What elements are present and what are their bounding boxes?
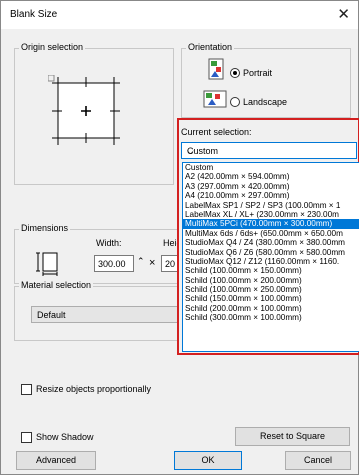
list-item[interactable]: Schild (200.00mm × 100.00mm) — [183, 304, 359, 313]
list-item[interactable]: A4 (210.00mm × 297.00mm) — [183, 191, 359, 200]
height-value: 20 — [165, 259, 176, 269]
list-item[interactable]: StudioMax Q6 / Z6 (580.00mm × 580.00mm — [183, 248, 359, 257]
current-selection-label: Current selection: — [181, 127, 252, 137]
list-item[interactable]: Schild (100.00mm × 150.00mm) — [183, 266, 359, 275]
material-value: Default — [37, 310, 66, 320]
list-item-selected[interactable]: MultiMax 5PCi (470.00mm × 300.00mm) — [183, 219, 359, 229]
list-item[interactable]: Schild (150.00mm × 100.00mm) — [183, 294, 359, 303]
list-item[interactable]: MultiMax 6ds / 6ds+ (650.00mm × 650.00m — [183, 229, 359, 238]
window-title: Blank Size — [10, 9, 58, 20]
width-value: 300.00 — [98, 259, 126, 269]
portrait-page-icon — [208, 58, 224, 80]
landscape-radio[interactable] — [230, 97, 240, 107]
resize-proportionally-checkbox[interactable] — [21, 384, 32, 395]
width-input[interactable]: 300.00 — [94, 255, 134, 272]
list-item[interactable]: A3 (297.00mm × 420.00mm) — [183, 182, 359, 191]
list-item[interactable]: Custom — [183, 163, 359, 172]
resize-proportionally-label: Resize objects proportionally — [36, 384, 152, 394]
advanced-button[interactable]: Advanced — [16, 451, 96, 470]
current-selection-panel: Current selection: Custom ⌵ Custom A2 (4… — [177, 118, 359, 355]
current-selection-dropdown[interactable]: Custom ⌵ — [181, 142, 357, 159]
times-sign: × — [149, 257, 156, 269]
close-icon[interactable]: ✕ — [337, 5, 350, 23]
show-shadow-checkbox[interactable] — [21, 432, 32, 443]
list-item[interactable]: Schild (100.00mm × 250.00mm) — [183, 285, 359, 294]
title-bar: Blank Size ✕ — [1, 1, 358, 29]
width-label: Width: — [96, 238, 122, 248]
material-dropdown[interactable]: Default — [31, 306, 183, 323]
chevron-down-icon: ⌵ — [187, 146, 194, 156]
current-selection-list[interactable]: Custom A2 (420.00mm × 594.00mm) A3 (297.… — [182, 162, 359, 352]
list-item[interactable]: Schild (100.00mm × 200.00mm) — [183, 276, 359, 285]
list-item[interactable]: Schild (300.00mm × 100.00mm) — [183, 313, 359, 322]
blank-size-dialog: Blank Size ✕ Origin selection Orientatio… — [0, 0, 359, 475]
origin-selection-legend: Origin selection — [19, 42, 86, 52]
list-item[interactable]: StudioMax Q12 / Z12 (1160.00mm × 1160. — [183, 257, 359, 266]
portrait-label: Portrait — [243, 68, 273, 78]
portrait-radio[interactable] — [230, 68, 240, 78]
landscape-label: Landscape — [243, 97, 288, 107]
page-size-icon — [36, 252, 58, 276]
show-shadow-label: Show Shadow — [36, 432, 94, 442]
list-item[interactable]: LabelMax XL / XL+ (230.00mm × 230.00m — [183, 210, 359, 219]
list-item[interactable]: A2 (420.00mm × 594.00mm) — [183, 172, 359, 181]
material-selection-legend: Material selection — [19, 280, 94, 290]
list-item[interactable]: StudioMax Q4 / Z4 (380.00mm × 380.00mm — [183, 238, 359, 247]
ok-button[interactable]: OK — [174, 451, 242, 470]
dimensions-legend: Dimensions — [19, 223, 71, 233]
origin-selector-grid[interactable] — [48, 75, 134, 147]
list-item[interactable]: LabelMax SP1 / SP2 / SP3 (100.00mm × 1 — [183, 201, 359, 210]
width-spinner-icon[interactable]: ⌃ — [137, 256, 145, 267]
reset-to-square-button[interactable]: Reset to Square — [235, 427, 350, 446]
landscape-page-icon — [203, 90, 227, 108]
cancel-button[interactable]: Cancel — [285, 451, 351, 470]
orientation-legend: Orientation — [186, 42, 235, 52]
